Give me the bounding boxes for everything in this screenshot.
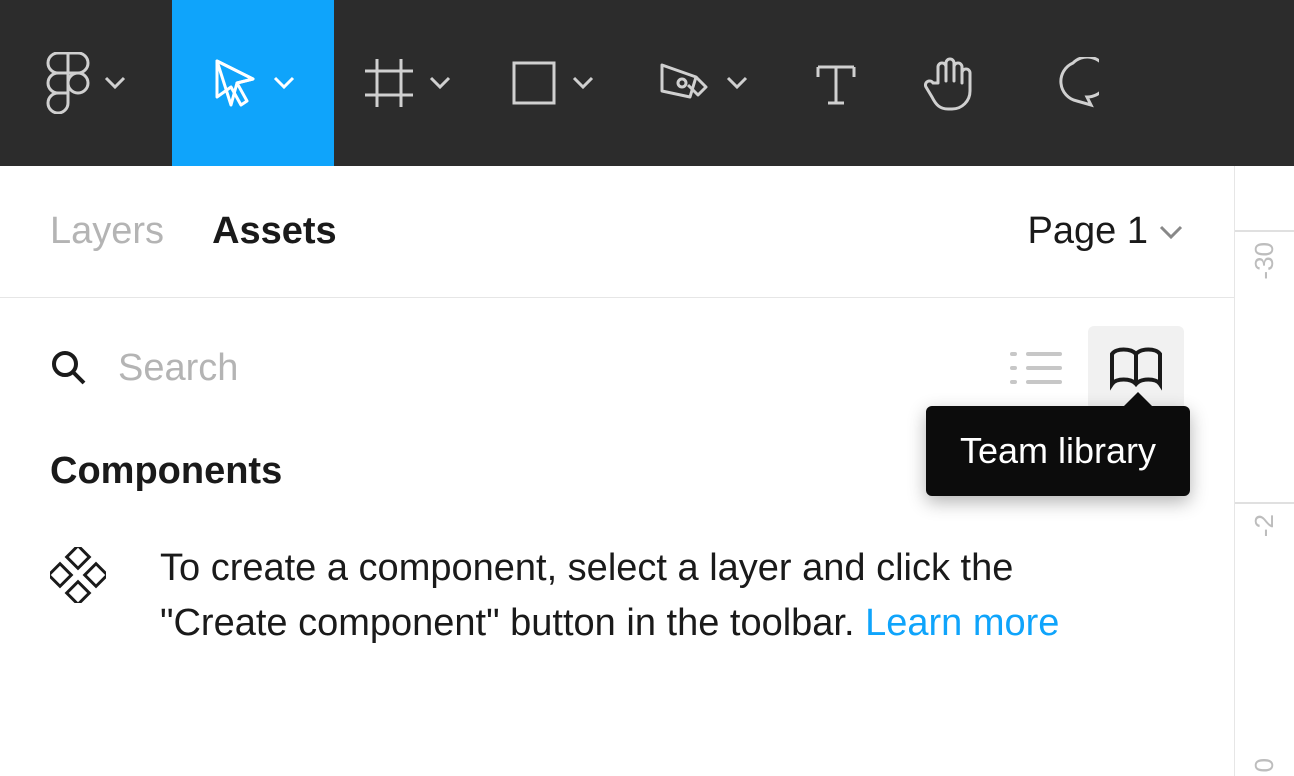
ruler-label: 0 [1249,758,1280,772]
component-icon [50,547,106,603]
ruler-label: -30 [1249,242,1280,280]
text-tool-button[interactable] [780,0,892,166]
components-hint-text: To create a component, select a layer an… [160,541,1150,651]
tab-assets[interactable]: Assets [212,210,337,253]
comment-icon [1047,57,1099,109]
team-library-tooltip: Team library [926,406,1190,496]
hand-icon [924,55,976,111]
figma-menu-button[interactable] [0,0,172,166]
chevron-down-icon [273,76,295,90]
ruler-label: -2 [1249,514,1280,537]
page-selector-label: Page 1 [1028,210,1148,253]
top-toolbar [0,0,1294,166]
panel-tabs: Layers Assets Page 1 [0,166,1234,298]
search-icon [50,349,88,387]
hand-tool-button[interactable] [892,0,1008,166]
chevron-down-icon [429,76,451,90]
chevron-down-icon [726,76,748,90]
book-icon [1106,344,1166,392]
comment-tool-button[interactable] [1008,0,1138,166]
shape-tool-button[interactable] [480,0,624,166]
frame-tool-button[interactable] [334,0,480,166]
assets-search-input[interactable] [118,347,998,390]
square-icon [510,59,558,107]
pen-icon [656,59,712,107]
team-library-button[interactable]: Team library [1088,326,1184,410]
figma-icon [46,52,90,114]
learn-more-link[interactable]: Learn more [865,602,1059,644]
components-empty-hint: To create a component, select a layer an… [50,541,1184,651]
tab-layers[interactable]: Layers [50,210,164,253]
move-tool-button[interactable] [172,0,334,166]
left-panel: Layers Assets Page 1 [0,166,1234,776]
frame-icon [363,57,415,109]
page-selector[interactable]: Page 1 [1028,210,1184,253]
list-view-button[interactable] [998,336,1074,400]
move-icon [211,57,259,109]
vertical-ruler: -30 -2 0 [1234,166,1294,776]
chevron-down-icon [572,76,594,90]
chevron-down-icon [1158,224,1184,240]
assets-search-row: Team library [0,298,1234,438]
chevron-down-icon [104,76,126,90]
text-icon [812,59,860,107]
pen-tool-button[interactable] [624,0,780,166]
